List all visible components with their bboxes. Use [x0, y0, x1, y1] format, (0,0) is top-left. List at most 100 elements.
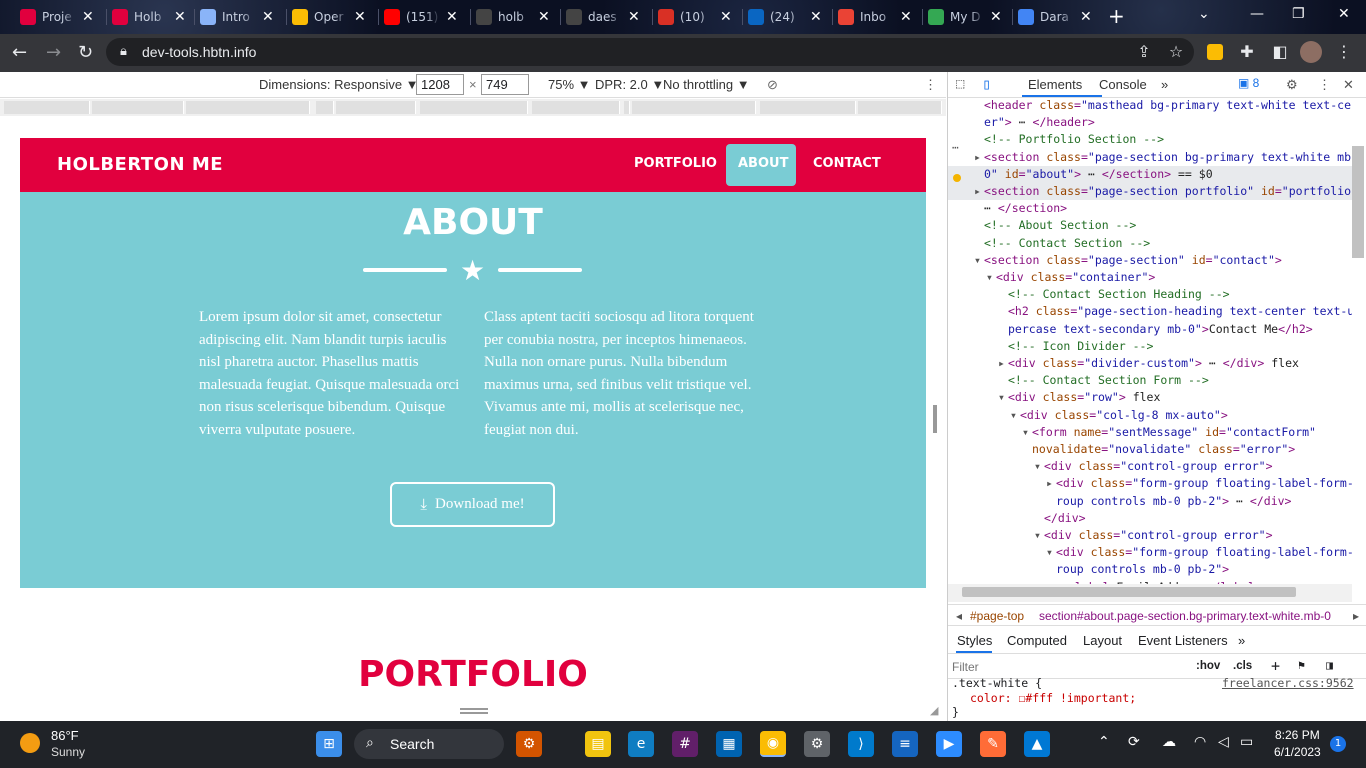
ruler-segment[interactable] — [532, 101, 620, 114]
tab-elements[interactable]: Elements — [1028, 77, 1082, 92]
width-input[interactable]: 1208 — [416, 74, 464, 95]
battery-icon[interactable]: ▭ — [1240, 734, 1253, 750]
styles-filter-input[interactable] — [952, 658, 1182, 676]
dom-node-line[interactable]: </div> — [948, 511, 1352, 528]
ruler-segment[interactable] — [858, 101, 942, 114]
settings-icon[interactable]: ⚙ — [804, 731, 830, 757]
dom-node-line[interactable]: ▾ <div class="row"> flex — [948, 390, 1352, 407]
clock-date[interactable]: 6/1/2023 — [1274, 745, 1321, 759]
dom-node-line[interactable]: <h2 class="page-section-heading text-cen… — [948, 304, 1352, 321]
dpr-select[interactable]: DPR: 2.0 ▼ — [595, 77, 664, 92]
dom-node-line[interactable]: ▸ <section class="page-section portfolio"… — [948, 184, 1352, 201]
zoom-icon[interactable]: ▶ — [936, 731, 962, 757]
breadcrumb-right-icon[interactable]: ▸ — [1353, 609, 1359, 623]
tab-console[interactable]: Console — [1099, 77, 1147, 92]
vscode-icon[interactable]: ⟩ — [848, 731, 874, 757]
resize-handle[interactable] — [933, 405, 937, 433]
css-source-link[interactable]: freelancer.css:9562 — [1222, 676, 1354, 690]
bookmark-star-icon[interactable]: ☆ — [1166, 42, 1186, 62]
ruler-segment[interactable] — [186, 101, 310, 114]
browser-tab[interactable]: My D ✕ — [928, 6, 1008, 28]
ruler-segment[interactable] — [624, 101, 630, 114]
tab-styles[interactable]: Styles — [957, 633, 992, 648]
expand-arrow-icon[interactable]: ▾ — [1034, 528, 1041, 542]
expand-arrow-icon[interactable]: ▸ — [974, 150, 981, 164]
new-tab-button[interactable]: + — [1108, 4, 1125, 28]
dom-node-line[interactable]: <!-- Icon Divider --> — [948, 339, 1352, 356]
add-rule-icon[interactable]: + — [1271, 657, 1280, 675]
devtools-menu-icon[interactable]: ⋮ — [1318, 77, 1331, 93]
corner-resize-icon[interactable]: ◢ — [930, 704, 938, 717]
back-icon[interactable]: ← — [12, 42, 27, 63]
browser-tab[interactable]: Inbo ✕ — [838, 6, 918, 28]
close-tab-icon[interactable]: ✕ — [720, 9, 732, 25]
wifi-icon[interactable]: ◠ — [1194, 734, 1206, 750]
browser-tab[interactable]: Holb ✕ — [112, 6, 192, 28]
notification-badge[interactable]: 1 — [1330, 736, 1346, 752]
share-icon[interactable]: ⇪ — [1134, 42, 1154, 62]
device-toggle-icon[interactable]: ▯ — [982, 75, 991, 93]
close-window-icon[interactable]: ✕ — [1338, 6, 1350, 22]
slack-icon[interactable]: # — [672, 731, 698, 757]
browser-tab[interactable]: (24) ✕ — [748, 6, 828, 28]
dom-node-line[interactable]: <!-- Contact Section --> — [948, 236, 1352, 253]
dom-node-line[interactable]: ▾ <form name="sentMessage" id="contactFor… — [948, 425, 1352, 442]
close-tab-icon[interactable]: ✕ — [262, 9, 274, 25]
expand-arrow-icon[interactable]: ▸ — [998, 356, 1005, 370]
close-tab-icon[interactable]: ✕ — [628, 9, 640, 25]
dom-node-line[interactable]: roup controls mb-0 pb-2"> ⋯ </div> — [948, 494, 1352, 511]
tab-event-listeners[interactable]: Event Listeners — [1138, 633, 1228, 648]
dom-node-line[interactable]: ▾ <div class="control-group error"> — [948, 528, 1352, 545]
paint-icon[interactable]: ⚑ — [1298, 658, 1305, 672]
dom-node-line[interactable]: ⋯ </section> — [948, 201, 1352, 218]
close-devtools-icon[interactable]: ✕ — [1343, 77, 1354, 93]
css-declaration[interactable]: color: ☐#fff !important; — [970, 691, 1136, 705]
postman-icon[interactable]: ✎ — [980, 731, 1006, 757]
close-tab-icon[interactable]: ✕ — [990, 9, 1002, 25]
close-tab-icon[interactable]: ✕ — [446, 9, 458, 25]
weather-sun-icon[interactable] — [20, 733, 40, 753]
breadcrumb-left-icon[interactable]: ◂ — [956, 609, 962, 623]
address-bar[interactable] — [106, 38, 1194, 66]
expand-arrow-icon[interactable]: ▾ — [1022, 425, 1029, 439]
cls-toggle[interactable]: .cls — [1233, 660, 1252, 672]
ruler-segment[interactable] — [760, 101, 856, 114]
throttling-select[interactable]: No throttling ▼ — [663, 77, 750, 92]
more-style-tabs-icon[interactable]: » — [1238, 633, 1245, 648]
browser-tab[interactable]: (10) ✕ — [658, 6, 738, 28]
dom-node-line[interactable]: <!-- Contact Section Heading --> — [948, 287, 1352, 304]
chrome-icon[interactable]: ◉ — [760, 731, 786, 757]
browser-tab[interactable]: Proje ✕ — [20, 6, 100, 28]
tray-chevron-icon[interactable]: ⌃ — [1098, 734, 1110, 750]
side-panel-icon[interactable]: ◧ — [1270, 42, 1290, 62]
forward-icon[interactable]: → — [46, 42, 61, 63]
sidebar-toggle-icon[interactable]: ◨ — [1326, 658, 1333, 672]
more-tabs-icon[interactable]: » — [1161, 77, 1168, 92]
horizontal-scrollbar[interactable] — [962, 587, 1296, 597]
download-button[interactable]: ⤓ Download me! — [390, 482, 555, 527]
node-menu-dots-icon[interactable]: ⋯ — [952, 141, 959, 154]
dom-node-line[interactable]: novalidate="novalidate" class="error"> — [948, 442, 1352, 459]
dom-node-line[interactable]: ▸ <div class="divider-custom"> ⋯ </div> f… — [948, 356, 1352, 373]
profile-avatar[interactable] — [1300, 41, 1322, 63]
url-text[interactable]: dev-tools.hbtn.info — [142, 44, 256, 60]
close-tab-icon[interactable]: ✕ — [354, 9, 366, 25]
close-tab-icon[interactable]: ✕ — [538, 9, 550, 25]
restore-icon[interactable]: ❐ — [1292, 6, 1305, 22]
minimize-icon[interactable]: — — [1250, 6, 1264, 22]
dom-node-line[interactable]: ▾ <section class="page-section" id="conta… — [948, 253, 1352, 270]
ruler-segment[interactable] — [4, 101, 90, 114]
dom-node-line[interactable]: ▾ <div class="form-group floating-label-f… — [948, 545, 1352, 562]
expand-arrow-icon[interactable]: ▾ — [1046, 545, 1053, 559]
dom-node-line[interactable]: 0" id="about"> ⋯ </section> == $0 — [948, 167, 1352, 184]
dom-node-line[interactable]: roup controls mb-0 pb-2"> — [948, 562, 1352, 579]
dom-node-line[interactable]: ▸ <section class="page-section bg-primary… — [948, 150, 1352, 167]
volume-icon[interactable]: ◁ — [1218, 734, 1229, 750]
nav-link-contact[interactable]: CONTACT — [813, 156, 881, 171]
weather-temp[interactable]: 86°F — [51, 728, 79, 743]
ruler-segment[interactable] — [632, 101, 756, 114]
viewport-resize-grip[interactable] — [460, 708, 488, 714]
ruler-segment[interactable] — [420, 101, 528, 114]
browser-tab[interactable]: Intro ✕ — [200, 6, 280, 28]
hov-toggle[interactable]: :hov — [1196, 660, 1220, 672]
